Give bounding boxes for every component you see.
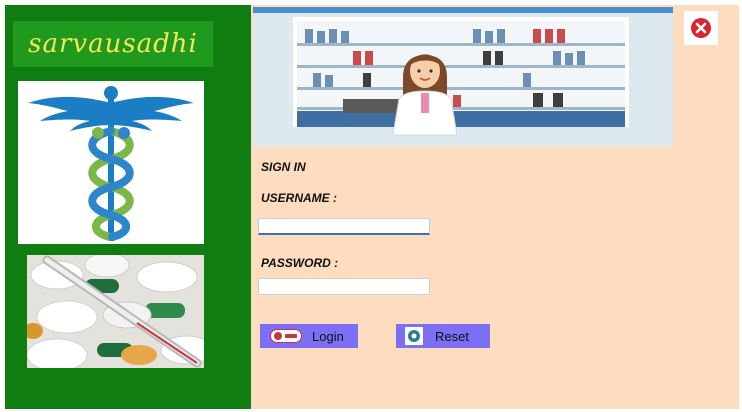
caduceus-icon [28,86,194,241]
medicine-pills-image [27,255,204,368]
login-label: Login [312,328,344,344]
login-badge-icon [270,329,302,343]
reset-button[interactable]: Reset [396,324,490,348]
login-panel: SIGN IN USERNAME : PASSWORD : Login Rese… [251,5,739,409]
pharmacist-illustration [253,7,673,147]
close-button[interactable] [684,11,718,45]
sidebar: sarvausadhi [5,5,251,409]
caduceus-logo [18,81,204,244]
reset-label: Reset [435,328,469,344]
brand-title: sarvausadhi [28,29,198,59]
sign-in-heading: SIGN IN [261,160,306,174]
close-icon [691,18,711,38]
brand-banner: sarvausadhi [13,21,213,67]
username-label: USERNAME : [261,191,338,205]
reset-icon [405,327,423,345]
pharmacy-banner-image [253,7,673,147]
password-input[interactable] [258,278,430,295]
password-label: PASSWORD : [261,256,339,270]
pills-illustration [27,255,204,368]
username-input[interactable] [258,218,430,235]
app-window: sarvausadhi SIGN IN USERNAME: PASSWORD … [0,0,742,412]
login-button[interactable]: Login [260,324,358,348]
